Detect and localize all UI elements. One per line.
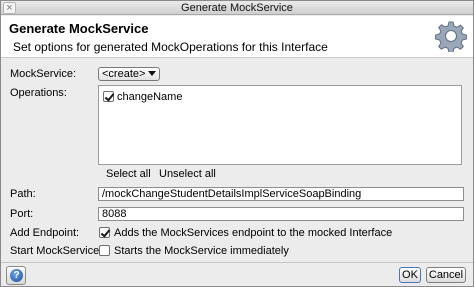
help-button[interactable]: ?	[6, 266, 26, 285]
mockservice-select-value: <create>	[102, 68, 146, 80]
ok-button[interactable]: OK	[399, 267, 421, 283]
operations-list: changeName	[98, 85, 462, 165]
unselect-all-button[interactable]: Unselect all	[159, 168, 216, 180]
add-endpoint-label: Add Endpoint:	[10, 227, 80, 239]
dialog-window: × Generate MockService Generate MockServ…	[0, 0, 474, 287]
add-endpoint-text: Adds the MockServices endpoint to the mo…	[114, 227, 393, 239]
header-subtitle: Set options for generated MockOperations…	[13, 40, 328, 54]
start-mockservice-text: Starts the MockService immediately	[114, 245, 289, 257]
header-title: Generate MockService	[9, 21, 149, 36]
operation-checkbox[interactable]	[103, 91, 114, 102]
select-all-button[interactable]: Select all	[106, 168, 151, 180]
add-endpoint-checkbox[interactable]	[99, 227, 110, 238]
start-mockservice-label: Start MockService:	[10, 245, 103, 257]
port-field[interactable]: 8088	[98, 207, 464, 221]
mockservice-label: MockService:	[10, 68, 77, 80]
list-item[interactable]: changeName	[102, 88, 222, 104]
operation-label: changeName	[117, 91, 183, 103]
dialog-header: Generate MockService Set options for gen…	[1, 16, 473, 58]
path-field[interactable]: /mockChangeStudentDetailsImplServiceSoap…	[98, 187, 464, 201]
start-mockservice-checkbox[interactable]	[99, 245, 110, 256]
window-title: Generate MockService	[181, 2, 293, 14]
chevron-down-icon	[148, 71, 156, 76]
help-icon: ?	[10, 269, 23, 282]
cancel-button[interactable]: Cancel	[426, 267, 466, 283]
gear-icon	[435, 21, 467, 52]
operations-label: Operations:	[10, 87, 67, 99]
title-bar: × Generate MockService	[1, 1, 473, 15]
path-label: Path:	[10, 188, 36, 200]
port-label: Port:	[10, 208, 34, 220]
button-bar: ? OK Cancel	[1, 262, 473, 286]
mockservice-select[interactable]: <create>	[98, 67, 160, 81]
selection-buttons: Select all Unselect all	[98, 166, 462, 182]
